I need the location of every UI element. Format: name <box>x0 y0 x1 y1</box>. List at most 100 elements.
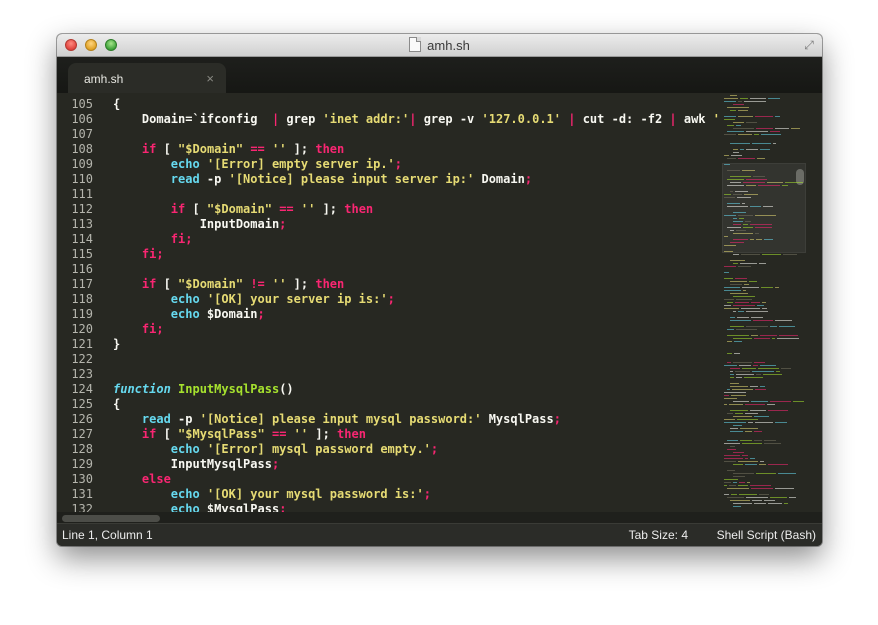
tab-size-selector[interactable]: Tab Size: 4 <box>629 528 688 542</box>
line-number: 120 <box>71 322 93 336</box>
minimap-stroke <box>764 440 776 441</box>
code-line[interactable] <box>113 127 721 142</box>
code-editor[interactable]: 105 106 107 108 109 110 111 112 113 114 115 116 117 1… <box>57 93 822 524</box>
minimap-stroke <box>740 440 752 441</box>
code-line[interactable]: read -p '[Notice] please input mysql pas… <box>113 412 721 427</box>
code-line[interactable]: InputDomain; <box>113 217 721 232</box>
code-line[interactable]: if [ "$Domain" != '' ]; then <box>113 277 721 292</box>
code-line[interactable]: if [ "$MysqlPass" == '' ]; then <box>113 427 721 442</box>
code-line[interactable] <box>113 352 721 367</box>
fullscreen-icon[interactable]: ⤢ <box>802 38 816 52</box>
code-line[interactable]: fi; <box>113 247 721 262</box>
code-line[interactable]: echo '[Error] empty server ip.'; <box>113 157 721 172</box>
code-area[interactable]: { Domain=`ifconfig | grep 'inet addr:'| … <box>113 97 721 517</box>
code-token: function <box>113 382 171 396</box>
code-line[interactable]: echo '[OK] your server ip is:'; <box>113 292 721 307</box>
close-icon[interactable]: × <box>206 71 214 86</box>
code-token: ; <box>156 322 164 336</box>
code-token: [ <box>185 202 207 216</box>
minimap-stroke <box>750 458 755 459</box>
minimap-stroke <box>756 374 761 375</box>
minimap-stroke <box>727 440 738 441</box>
code-line[interactable]: { <box>113 97 721 112</box>
minimap-stroke <box>733 152 739 153</box>
title-bar[interactable]: amh.sh ⤢ <box>57 34 822 57</box>
minimap-stroke <box>767 182 783 183</box>
code-token: '' <box>272 277 287 291</box>
minimap-stroke <box>746 311 768 312</box>
line-number: 121 <box>71 337 93 351</box>
minimap-stroke <box>727 329 734 330</box>
code-token: == <box>279 202 294 216</box>
minimap-stroke <box>724 116 736 117</box>
code-line[interactable]: echo '[OK] your mysql password is:'; <box>113 487 721 502</box>
code-line[interactable] <box>113 367 721 382</box>
minimap-stroke <box>746 185 756 186</box>
minimap-stroke <box>745 221 751 222</box>
code-token: ; <box>394 157 403 171</box>
minimap-stroke <box>755 422 773 423</box>
minimap-stroke <box>742 203 745 204</box>
code-line[interactable]: echo '[Error] mysql password empty.'; <box>113 442 721 457</box>
code-token: '{ p <box>712 112 721 126</box>
code-line[interactable]: function InputMysqlPass() <box>113 382 721 397</box>
minimap-stroke <box>793 401 804 402</box>
minimap-stroke <box>727 449 736 450</box>
code-token: then <box>337 427 366 441</box>
line-number: 113 <box>71 217 93 231</box>
minimap-stroke <box>736 377 742 378</box>
minimap-stroke <box>730 143 750 144</box>
code-line[interactable]: { <box>113 397 721 412</box>
code-token: -p <box>170 412 200 426</box>
minimap-stroke <box>760 461 764 462</box>
minimap-stroke <box>735 278 747 279</box>
minimap-stroke <box>724 485 727 486</box>
minimap-stroke <box>758 185 780 186</box>
code-line[interactable]: else <box>113 472 721 487</box>
minimap[interactable] <box>722 93 808 524</box>
code-line[interactable]: fi; <box>113 322 721 337</box>
horizontal-scrollbar[interactable] <box>62 515 160 522</box>
line-number: 129 <box>71 457 93 471</box>
minimap-stroke <box>730 500 750 501</box>
code-line[interactable]: if [ "$Domain" == '' ]; then <box>113 202 721 217</box>
minimap-stroke <box>740 149 744 150</box>
code-token: InputDomain <box>113 217 280 231</box>
minimap-stroke <box>763 206 773 207</box>
window-title: amh.sh <box>427 38 470 53</box>
code-line[interactable] <box>113 187 721 202</box>
line-number: 107 <box>71 127 93 141</box>
code-line[interactable] <box>113 262 721 277</box>
code-line[interactable]: Domain=`ifconfig | grep 'inet addr:'| gr… <box>113 112 721 127</box>
code-token: ]; <box>286 142 316 156</box>
minimap-stroke <box>727 497 744 498</box>
code-line[interactable]: fi; <box>113 232 721 247</box>
minimap-stroke <box>731 155 742 156</box>
code-token: ]; <box>286 277 316 291</box>
code-token: cut -d: -f2 <box>575 112 670 126</box>
code-line[interactable]: } <box>113 337 721 352</box>
minimap-stroke <box>733 212 746 213</box>
code-line[interactable]: if [ "$Domain" == '' ]; then <box>113 142 721 157</box>
minimap-stroke <box>764 443 781 444</box>
minimap-stroke <box>724 461 736 462</box>
tab-amh-sh[interactable]: amh.sh × <box>68 63 226 93</box>
code-token: echo <box>170 307 200 321</box>
minimap-stroke <box>730 374 734 375</box>
code-token: if <box>170 202 186 216</box>
minimap-stroke <box>729 485 736 486</box>
minimap-stroke <box>736 230 746 231</box>
code-token: fi <box>141 247 157 261</box>
code-line[interactable]: InputMysqlPass; <box>113 457 721 472</box>
line-number: 105 <box>71 97 93 111</box>
minimap-stroke <box>733 362 752 363</box>
minimap-stroke <box>760 149 770 150</box>
syntax-selector[interactable]: Shell Script (Bash) <box>717 528 816 542</box>
minimap-stroke <box>789 497 796 498</box>
minimap-stroke <box>738 266 751 267</box>
minimap-stroke <box>743 224 748 225</box>
code-line[interactable]: read -p '[Notice] please input server ip… <box>113 172 721 187</box>
code-line[interactable]: echo $Domain; <box>113 307 721 322</box>
